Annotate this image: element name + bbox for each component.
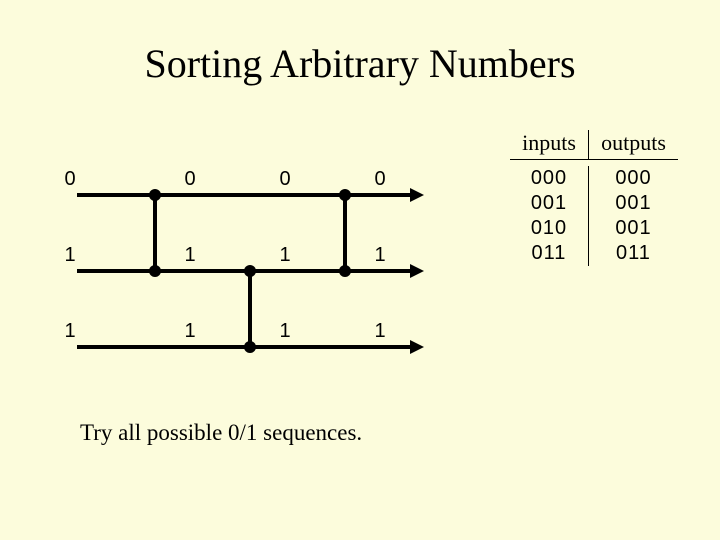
wire-1-label-0: 1: [64, 244, 75, 267]
comparator-0: [153, 193, 157, 271]
wire-0-label-1: 0: [184, 168, 195, 191]
io-table: inputs outputs 000 001 010 011 000 001 0…: [510, 130, 678, 266]
caption: Try all possible 0/1 sequences.: [80, 420, 362, 446]
io-table-input-row: 011: [522, 241, 576, 266]
io-table-output-row: 001: [601, 216, 666, 241]
io-table-header-outputs: outputs: [588, 130, 678, 159]
comparator-1-dot-b: [244, 341, 256, 353]
comparator-2-dot-a: [339, 189, 351, 201]
wire-1-label-1: 1: [184, 244, 195, 267]
io-table-output-row: 000: [601, 166, 666, 191]
io-table-outputs-column: 000 001 001 011: [588, 166, 678, 266]
wire-1-label-2: 1: [279, 244, 290, 267]
wire-2-arrow: [410, 340, 424, 354]
wire-1-arrow: [410, 264, 424, 278]
wire-2-label-2: 1: [279, 320, 290, 343]
wire-0-label-0: 0: [64, 168, 75, 191]
wire-2-label-3: 1: [374, 320, 385, 343]
io-table-input-row: 000: [522, 166, 576, 191]
comparator-2: [343, 193, 347, 271]
sorting-network-diagram: 0 0 0 0 1 1 1 1 1 1 1 1: [60, 165, 430, 385]
wire-0-label-2: 0: [279, 168, 290, 191]
io-table-input-row: 010: [522, 216, 576, 241]
comparator-1-dot-a: [244, 265, 256, 277]
wire-1-label-3: 1: [374, 244, 385, 267]
io-table-output-row: 011: [601, 241, 666, 266]
comparator-0-dot-b: [149, 265, 161, 277]
io-table-inputs-column: 000 001 010 011: [510, 166, 588, 266]
io-table-output-row: 001: [601, 191, 666, 216]
comparator-0-dot-a: [149, 189, 161, 201]
wire-2-label-0: 1: [64, 320, 75, 343]
wire-0: [77, 193, 412, 197]
comparator-1: [248, 269, 252, 347]
wire-2-label-1: 1: [184, 320, 195, 343]
comparator-2-dot-b: [339, 265, 351, 277]
io-table-input-row: 001: [522, 191, 576, 216]
wire-0-label-3: 0: [374, 168, 385, 191]
wire-0-arrow: [410, 188, 424, 202]
page-title: Sorting Arbitrary Numbers: [0, 40, 720, 87]
io-table-header-inputs: inputs: [510, 130, 588, 159]
